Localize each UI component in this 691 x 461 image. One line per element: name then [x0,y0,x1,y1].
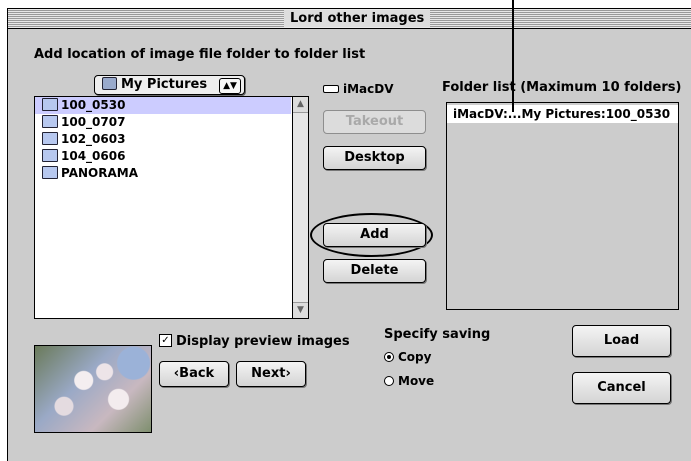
disk-icon [323,84,339,93]
list-item-label: 102_0603 [61,132,126,146]
location-popup[interactable]: My Pictures ▲▼ [94,75,245,95]
file-list-rows: 100_0530 100_0707 102_0603 104_0606 PANORAMA [35,97,291,182]
move-radio-label: Move [398,374,435,388]
title-bar[interactable]: Lord other images [8,9,691,29]
scroll-down-icon[interactable]: ▼ [293,302,308,318]
checkbox-checked-icon[interactable]: ✓ [159,334,172,347]
preview-checkbox-label: Display preview images [176,334,350,349]
instructions-label: Add location of image file folder to fol… [34,47,366,62]
folder-list-item[interactable]: iMacDV:...My Pictures:100_0530 [447,105,678,123]
list-item-label: PANORAMA [61,166,138,180]
radio-selected-icon[interactable] [384,351,394,362]
takeout-button[interactable]: Takeout [323,110,426,134]
preview-checkbox[interactable]: ✓ Display preview images [159,334,350,349]
cancel-button[interactable]: Cancel [572,372,671,404]
disk-indicator: iMacDV [323,82,394,96]
list-item-label: 104_0606 [61,149,126,163]
list-item[interactable]: PANORAMA [35,165,291,182]
folder-list-label: Folder list (Maximum 10 folders) [442,80,682,95]
list-item[interactable]: 100_0707 [35,114,291,131]
radio-unselected-icon[interactable] [384,375,394,386]
list-item[interactable]: 100_0530 [35,97,291,114]
load-button[interactable]: Load [572,325,671,357]
back-button[interactable]: ‹Back [159,361,229,387]
file-list[interactable]: 100_0530 100_0707 102_0603 104_0606 PANORAMA… [34,96,309,319]
delete-button[interactable]: Delete [323,259,426,283]
disk-label: iMacDV [343,82,394,96]
folder-icon [42,132,58,145]
folder-icon [42,115,58,128]
folder-icon [42,149,58,162]
list-item[interactable]: 104_0606 [35,148,291,165]
desktop-button[interactable]: Desktop [323,146,426,170]
file-list-scrollbar[interactable]: ▲ ▼ [292,97,308,318]
folder-icon [42,166,58,179]
list-item[interactable]: 102_0603 [35,131,291,148]
list-item-label: 100_0707 [61,115,126,129]
move-radio[interactable]: Move [384,374,434,388]
window-title: Lord other images [284,10,431,27]
location-popup-value: My Pictures [121,77,208,92]
folder-icon [42,98,58,111]
list-item-label: 100_0530 [61,98,126,112]
camera-folder-icon [102,77,117,90]
add-button[interactable]: Add [323,223,426,247]
chevron-updown-icon: ▲▼ [219,78,241,94]
folder-list[interactable]: iMacDV:...My Pictures:100_0530 [446,102,679,310]
copy-radio-label: Copy [398,350,432,364]
scroll-up-icon[interactable]: ▲ [293,97,308,113]
preview-image [34,345,152,433]
copy-radio[interactable]: Copy [384,350,431,364]
callout-leader-line [512,0,514,112]
dialog-window: Lord other images Add location of image … [7,8,691,461]
next-button[interactable]: Next› [236,361,306,387]
saving-label: Specify saving [384,327,491,342]
